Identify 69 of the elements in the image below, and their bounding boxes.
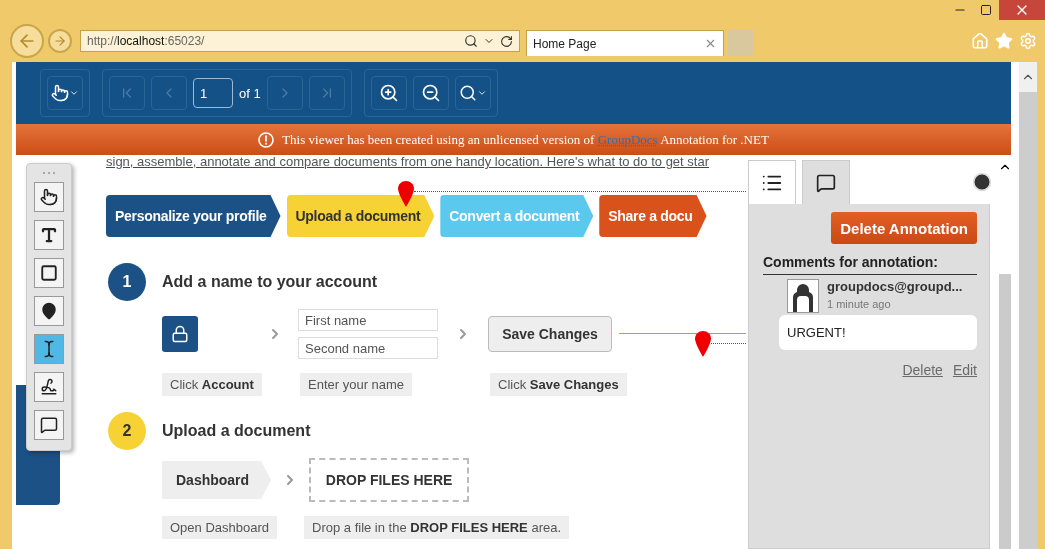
search-icon: [458, 84, 477, 102]
hand-tool-button[interactable]: [34, 182, 64, 212]
step-number: 1: [108, 263, 146, 301]
rectangle-icon: [40, 264, 58, 282]
comments-heading: Comments for annotation:: [763, 254, 977, 275]
step-label: Upload a document: [286, 195, 435, 237]
map-pin-icon: [398, 181, 414, 207]
delete-annotation-button[interactable]: Delete Annotation: [831, 212, 977, 244]
comment-icon: [816, 172, 836, 193]
leader-line: [711, 343, 746, 344]
license-message: This viewer has been created using an unlicensed version of GroupDocs Annotation for .NET: [282, 131, 769, 148]
caret-icon: [476, 88, 487, 98]
refresh-icon[interactable]: [500, 34, 513, 48]
text-icon: [40, 226, 58, 244]
scrollbar-thumb[interactable]: [999, 274, 1011, 549]
drop-zone: DROP FILES HERE: [309, 458, 470, 502]
maximize-icon: [980, 4, 992, 16]
panel-tab[interactable]: [748, 160, 796, 204]
section-title: Add a name to your account: [162, 272, 378, 292]
search-icon[interactable]: [464, 34, 478, 48]
comment-author: groupdocs@groupd...: [827, 279, 963, 294]
page-count: of 1: [239, 85, 261, 101]
save-changes-button[interactable]: Save Changes: [488, 316, 612, 352]
comment-action-link[interactable]: Edit: [952, 362, 977, 378]
zoom-out-icon: [420, 83, 441, 103]
browser-tab[interactable]: Home Page: [526, 30, 724, 56]
comment-icon: [40, 416, 58, 434]
caption: Enter your name: [300, 373, 413, 396]
name-field: First name: [298, 309, 438, 331]
map-pin-icon: [695, 331, 711, 357]
step-number: 2: [108, 412, 146, 450]
hand-pointer-icon: [40, 188, 58, 206]
pin-icon: [40, 302, 58, 320]
hand-pointer-icon: [51, 84, 69, 102]
avatar-icon: [787, 279, 819, 313]
warning-icon: [258, 131, 275, 148]
caption: Drop a file in the DROP FILES HERE area.: [304, 516, 570, 539]
step-label: Convert a document: [440, 195, 594, 237]
zoom-menu-button[interactable]: [454, 76, 491, 110]
forward-arrow-icon: [53, 34, 67, 48]
comment-tool-button[interactable]: [34, 410, 64, 440]
zoom-out-button[interactable]: [412, 76, 449, 110]
draw-tool-button[interactable]: [34, 372, 64, 402]
caption: Click Save Changes: [490, 373, 627, 396]
step-label: Share a docu: [599, 195, 707, 237]
section-title: Upload a document: [162, 421, 311, 441]
caret-icon: [69, 88, 79, 98]
close-tab-icon[interactable]: [704, 37, 717, 50]
intro-text: sign, assemble, annotate and compare documents from one handy location. Here's what to do to get star: [106, 155, 709, 171]
text-tool-button[interactable]: [34, 220, 64, 250]
zoom-in-button[interactable]: [370, 76, 407, 110]
comment-time: 1 minute ago: [827, 298, 892, 310]
name-field: Second name: [298, 337, 438, 359]
point-tool-button[interactable]: [34, 296, 64, 326]
panel-tab[interactable]: [802, 160, 850, 204]
page-number-field[interactable]: 1: [193, 78, 233, 108]
lock-icon: [171, 325, 189, 343]
comment-action-link[interactable]: Delete: [902, 362, 943, 378]
pan-tool-button[interactable]: [47, 76, 83, 110]
address-bar[interactable]: http://localhost:65023/: [80, 30, 520, 52]
dashboard-label: Dashboard: [162, 461, 272, 499]
caption: Open Dashboard: [162, 516, 277, 539]
rectangle-tool-button[interactable]: [34, 258, 64, 288]
signature-icon: [40, 378, 58, 396]
step-label: Personalize your profile: [106, 195, 281, 237]
zoom-in-icon: [378, 83, 399, 103]
comment-text: URGENT!: [779, 315, 977, 350]
strikeout-tool-button[interactable]: [34, 334, 64, 364]
caption: Click Account: [162, 373, 262, 396]
